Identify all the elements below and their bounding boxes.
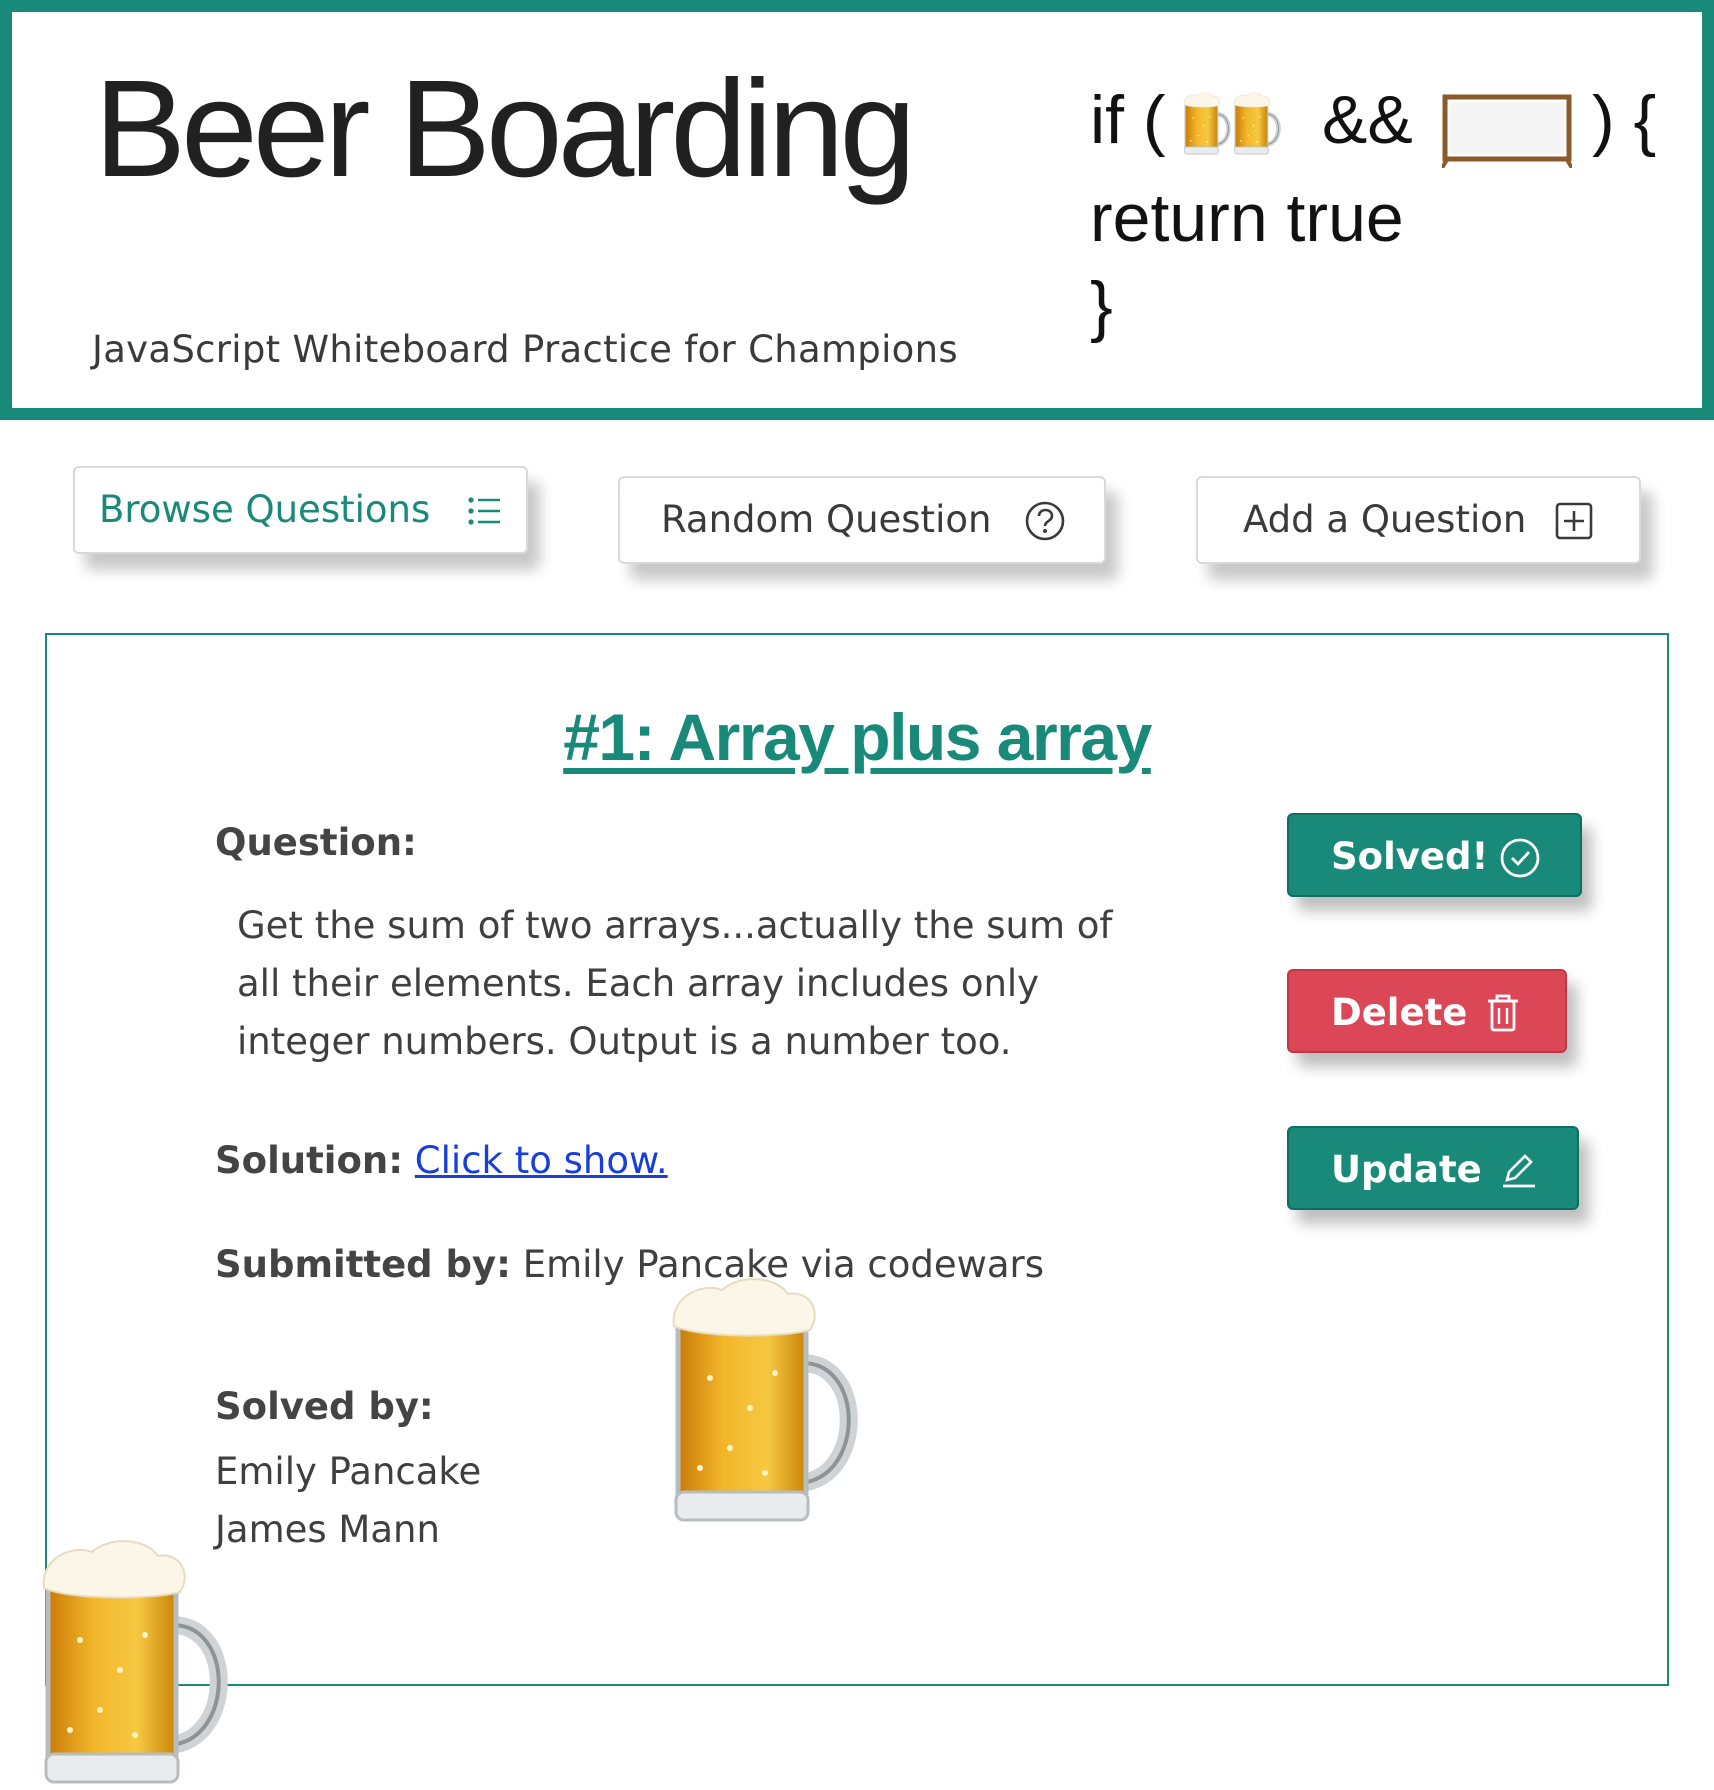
beer-mug-icon — [1178, 90, 1234, 156]
question-title-link[interactable]: #1: Array plus array — [47, 699, 1667, 775]
trash-icon — [1488, 994, 1518, 1032]
update-button-label: Update — [1331, 1148, 1482, 1191]
browse-questions-label: Browse Questions — [99, 488, 431, 531]
question-label: Question: — [215, 821, 417, 864]
solver-name: Emily Pancake — [215, 1450, 482, 1493]
code-if: if ( — [1090, 82, 1166, 158]
show-solution-link[interactable]: Click to show. — [415, 1139, 668, 1182]
beer-mug-icon — [660, 1268, 860, 1528]
site-tagline: JavaScript Whiteboard Practice for Champ… — [92, 328, 958, 371]
site-header: Beer Boarding JavaScript Whiteboard Prac… — [0, 0, 1714, 420]
solution-row: Solution: Click to show. — [215, 1139, 668, 1182]
question-circle-icon — [1025, 501, 1065, 541]
code-and: && — [1322, 82, 1413, 158]
add-question-button[interactable]: Add a Question — [1196, 476, 1641, 564]
submitted-by-row: Submitted by: Emily Pancake via codewars — [215, 1243, 1044, 1286]
check-circle-icon — [1500, 838, 1540, 878]
question-card: #1: Array plus array Question: Get the s… — [45, 633, 1669, 1686]
solvers-list: Emily Pancake James Mann — [215, 1443, 481, 1559]
solved-button[interactable]: Solved! — [1287, 813, 1582, 897]
site-title: Beer Boarding — [94, 52, 916, 206]
beer-mug-icon — [1228, 90, 1284, 156]
solved-button-label: Solved! — [1331, 835, 1489, 878]
random-question-button[interactable]: Random Question — [618, 476, 1106, 564]
solved-by-label: Solved by: — [215, 1385, 434, 1428]
delete-button[interactable]: Delete — [1287, 969, 1567, 1053]
solver-name: James Mann — [215, 1508, 440, 1551]
code-logo-line-3: } — [1090, 268, 1113, 344]
code-logo-line-2: return true — [1090, 180, 1404, 256]
random-question-label: Random Question — [661, 498, 992, 541]
pencil-icon — [1503, 1154, 1535, 1188]
beer-mug-icon — [30, 1530, 230, 1790]
add-question-label: Add a Question — [1243, 498, 1527, 541]
delete-button-label: Delete — [1331, 991, 1468, 1034]
question-text: Get the sum of two arrays...actually the… — [237, 904, 1113, 1063]
code-close: ) { — [1592, 82, 1657, 158]
solution-label: Solution: — [215, 1139, 404, 1182]
plus-square-icon — [1555, 502, 1593, 540]
list-icon — [468, 497, 500, 525]
browse-questions-button[interactable]: Browse Questions — [73, 466, 528, 554]
submitted-by-label: Submitted by: — [215, 1243, 511, 1286]
whiteboard-icon — [1442, 94, 1572, 168]
update-button[interactable]: Update — [1287, 1126, 1579, 1210]
